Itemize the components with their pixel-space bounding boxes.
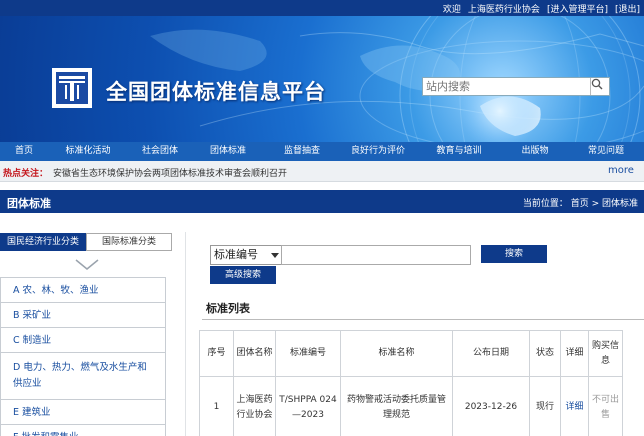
search-field-select-value: 标准编号 [214, 248, 258, 261]
row-name: 药物警戒活动委托质量管理规范 [340, 376, 453, 436]
header-banner: 全国团体标准信息平台 [0, 16, 644, 142]
nav-inspection[interactable]: 监督抽查 [264, 142, 340, 161]
row-date: 2023-12-26 [452, 376, 530, 436]
site-logo[interactable] [52, 68, 92, 108]
row-number: 1 [199, 376, 234, 436]
row-status: 现行 [529, 376, 561, 436]
nav-home[interactable]: 首页 [0, 142, 48, 161]
main-nav: 首页 标准化活动 社会团体 团体标准 监督抽查 良好行为评价 教育与培训 出版物… [0, 142, 644, 161]
main-content: 标准编号 搜索 高级搜索 标准列表 序号 团体名称 标准编号 标准名称 公布日期… [185, 232, 644, 436]
category-item[interactable]: E 建筑业 [1, 400, 165, 425]
section-header: 团体标准 当前位置： 首页 > 团体标准 [0, 190, 644, 213]
nav-publications[interactable]: 出版物 [502, 142, 568, 161]
site-search [422, 77, 610, 96]
site-search-input[interactable] [423, 78, 591, 95]
search-button[interactable]: 搜索 [481, 245, 547, 263]
col-header: 团体名称 [233, 330, 276, 377]
hot-news-link[interactable]: 安徽省生态环境保护协会两项团体标准技术审查会顺利召开 [53, 166, 287, 179]
row-detail-link[interactable]: 详细 [560, 376, 589, 436]
search-keyword-input[interactable] [281, 245, 471, 265]
category-item[interactable]: B 采矿业 [1, 303, 165, 328]
nav-evaluation[interactable]: 良好行为评价 [340, 142, 416, 161]
more-link[interactable]: more [608, 165, 634, 176]
search-field-select[interactable]: 标准编号 [210, 245, 284, 265]
nav-standardization[interactable]: 标准化活动 [48, 142, 128, 161]
col-header: 购买信息 [588, 330, 623, 377]
nav-social-orgs[interactable]: 社会团体 [128, 142, 192, 161]
tab-international-classification[interactable]: 国际标准分类 [86, 233, 172, 251]
category-item[interactable]: A 农、林、牧、渔业 [1, 278, 165, 303]
col-header: 标准名称 [340, 330, 453, 377]
row-org: 上海医药行业协会 [233, 376, 276, 436]
col-header: 公布日期 [452, 330, 530, 377]
search-icon[interactable] [590, 78, 609, 95]
tab-economic-classification[interactable]: 国民经济行业分类 [0, 233, 86, 251]
site-title: 全国团体标准信息平台 [106, 80, 326, 104]
category-list: A 农、林、牧、渔业 B 采矿业 C 制造业 D 电力、热力、燃气及水生产和供应… [0, 277, 166, 436]
category-item[interactable]: D 电力、热力、燃气及水生产和供应业 [1, 353, 165, 400]
col-header: 标准编号 [275, 330, 341, 377]
top-bar: 欢迎 上海医药行业协会 [进入管理平台] [退出] [0, 0, 644, 16]
col-header: 序号 [199, 330, 234, 377]
hot-news-bar: 热点关注： 安徽省生态环境保护协会两项团体标准技术审查会顺利召开 more [0, 161, 644, 182]
chevron-down-icon [75, 259, 99, 270]
col-header: 详细 [560, 330, 589, 377]
welcome-text: 欢迎 [442, 5, 461, 15]
list-divider [202, 319, 644, 320]
hot-label: 热点关注： [3, 169, 49, 179]
category-item[interactable]: C 制造业 [1, 328, 165, 353]
nav-group-standards[interactable]: 团体标准 [192, 142, 264, 161]
nav-training[interactable]: 教育与培训 [416, 142, 502, 161]
admin-link[interactable]: [进入管理平台] [547, 2, 608, 15]
category-item[interactable]: F 批发和零售业 [1, 425, 165, 436]
table-header-row: 序号 团体名称 标准编号 标准名称 公布日期 状态 详细 购买信息 [199, 330, 623, 377]
advanced-search-button[interactable]: 高级搜索 [210, 266, 276, 284]
select-caret-icon [271, 253, 279, 258]
col-header: 状态 [529, 330, 561, 377]
nav-faq[interactable]: 常见问题 [568, 142, 644, 161]
row-code: T/SHPPA 024—2023 [275, 376, 341, 436]
standards-table: 序号 团体名称 标准编号 标准名称 公布日期 状态 详细 购买信息 1 上海医药… [199, 330, 623, 436]
logo-t-icon [59, 76, 85, 101]
table-row: 1 上海医药行业协会 T/SHPPA 024—2023 药物警戒活动委托质量管理… [199, 376, 623, 436]
list-title: 标准列表 [206, 302, 250, 315]
classification-tabs: 国民经济行业分类 国际标准分类 [0, 233, 172, 251]
breadcrumb[interactable]: 当前位置： 首页 > 团体标准 [523, 196, 638, 209]
logout-link[interactable]: [退出] [615, 2, 640, 15]
section-title: 团体标准 [7, 197, 51, 210]
org-name-link[interactable]: 上海医药行业协会 [468, 2, 540, 15]
row-buy-info: 不可出售 [588, 376, 623, 436]
